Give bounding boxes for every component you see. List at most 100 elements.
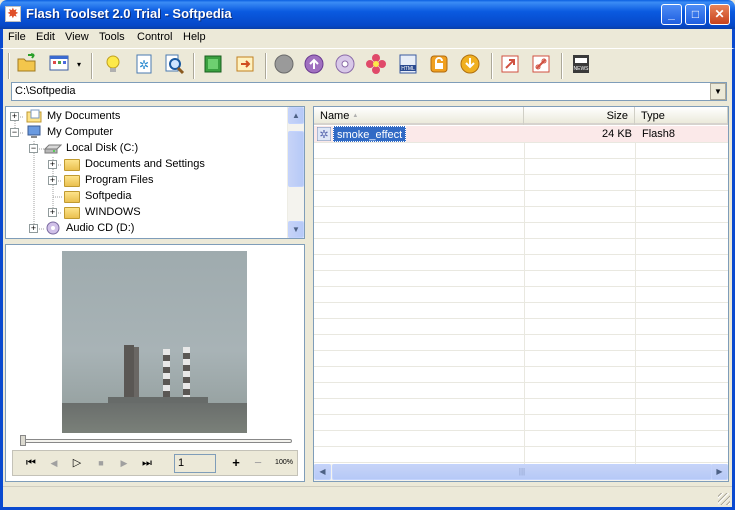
- play-button[interactable]: ▷: [69, 456, 85, 470]
- upload-icon[interactable]: [302, 53, 326, 77]
- table-row[interactable]: ✲ smoke_effect 24 KB Flash8: [314, 126, 728, 142]
- menu-edit[interactable]: Edit: [36, 31, 55, 43]
- lock-icon[interactable]: [427, 53, 451, 77]
- download-icon[interactable]: [458, 53, 482, 77]
- scroll-thumb[interactable]: [288, 131, 304, 187]
- folder-tree[interactable]: + My Documents − My Computer − Local Dis…: [5, 106, 305, 239]
- tree-item-softpedia[interactable]: Softpedia: [48, 189, 288, 205]
- export-icon[interactable]: [233, 53, 257, 77]
- menu-view[interactable]: View: [65, 31, 89, 43]
- list-horizontal-scrollbar[interactable]: ◀ ||| ▶: [314, 464, 728, 481]
- tree-item-my-computer[interactable]: − My Computer: [10, 125, 290, 141]
- first-frame-button[interactable]: ⏮: [23, 456, 39, 470]
- tree-item-windows[interactable]: + WINDOWS: [48, 205, 288, 221]
- snowflake-doc-icon[interactable]: ✲: [132, 53, 156, 77]
- file-name[interactable]: smoke_effect: [333, 126, 407, 142]
- tree-item-label: Program Files: [85, 174, 154, 186]
- menu-tools[interactable]: Tools: [99, 31, 125, 43]
- column-header-size[interactable]: Size: [524, 107, 635, 125]
- news-icon[interactable]: NEWS: [569, 53, 593, 77]
- toolbar-separator: [8, 53, 10, 79]
- view-dropdown-chevron-icon[interactable]: ▾: [73, 53, 85, 77]
- lightbulb-icon[interactable]: [101, 53, 125, 77]
- scroll-down-button[interactable]: ▼: [288, 221, 304, 238]
- arrow-out-icon[interactable]: [498, 53, 522, 77]
- window-title: Flash Toolset 2.0 Trial - Softpedia: [26, 6, 232, 21]
- preview-image: [62, 251, 247, 433]
- address-dropdown-button[interactable]: ▼: [710, 83, 726, 100]
- tree-item-program-files[interactable]: + Program Files: [48, 173, 288, 189]
- scroll-right-button[interactable]: ▶: [711, 464, 728, 480]
- scroll-thumb[interactable]: |||: [332, 464, 712, 480]
- menu-control[interactable]: Control: [137, 31, 172, 43]
- maximize-button[interactable]: □: [685, 4, 706, 25]
- preview-pane: ⏮ ◀ ▷ ■ ▶ ⏭ 1 + − 100%: [5, 244, 305, 482]
- prev-frame-button[interactable]: ◀: [46, 456, 62, 470]
- tree-expander[interactable]: +: [10, 112, 19, 121]
- toolbar-separator: [561, 53, 563, 79]
- last-frame-button[interactable]: ⏭: [139, 456, 155, 470]
- status-bar: [3, 486, 732, 507]
- zoom-level-label[interactable]: 100%: [271, 456, 297, 470]
- tree-item-documents-and-settings[interactable]: + Documents and Settings: [48, 157, 288, 173]
- magnifier-icon[interactable]: [162, 53, 186, 77]
- app-icon[interactable]: [5, 5, 21, 22]
- list-grid: [314, 126, 728, 466]
- column-header-label: Name: [320, 110, 350, 122]
- stop-button[interactable]: ■: [93, 456, 109, 470]
- cd-icon[interactable]: [333, 53, 357, 77]
- pane-splitter[interactable]: [307, 106, 311, 482]
- tree-collapser[interactable]: −: [10, 128, 19, 137]
- title-bar[interactable]: Flash Toolset 2.0 Trial - Softpedia _ □ …: [0, 0, 735, 29]
- tree-item-label: Documents and Settings: [85, 158, 205, 170]
- tree-expander[interactable]: +: [48, 208, 57, 217]
- toolbar-separator: [491, 53, 493, 79]
- menu-help[interactable]: Help: [183, 31, 206, 43]
- scroll-left-button[interactable]: ◀: [314, 464, 331, 480]
- tree-expander[interactable]: +: [48, 160, 57, 169]
- tree-collapser[interactable]: −: [29, 144, 38, 153]
- folder-icon: [64, 191, 80, 203]
- column-divider: [524, 126, 525, 466]
- scroll-up-button[interactable]: ▲: [288, 107, 304, 124]
- close-button[interactable]: ✕: [709, 4, 730, 25]
- svg-text:HTML: HTML: [401, 66, 415, 72]
- file-list[interactable]: Name ▲ Size Type ✲ smoke_effect 24 KB Fl…: [313, 106, 729, 482]
- minimize-button[interactable]: _: [661, 4, 682, 25]
- svg-text:NEWS: NEWS: [574, 66, 590, 72]
- link-icon[interactable]: [529, 53, 553, 77]
- next-frame-button[interactable]: ▶: [116, 456, 132, 470]
- tree-expander[interactable]: +: [29, 224, 38, 233]
- view-mode-icon[interactable]: [47, 53, 71, 77]
- html-icon[interactable]: HTML: [396, 53, 420, 77]
- seek-thumb[interactable]: [20, 435, 26, 446]
- toolbar-separator: [91, 53, 93, 79]
- svg-text:✲: ✲: [319, 129, 328, 141]
- open-folder-icon[interactable]: [15, 53, 39, 77]
- tree-expander[interactable]: +: [48, 176, 57, 185]
- address-input[interactable]: C:\Softpedia: [11, 82, 727, 101]
- green-square-icon[interactable]: [201, 53, 225, 77]
- resize-grip[interactable]: [718, 493, 730, 505]
- menu-bar: File Edit View Tools Control Help: [0, 29, 735, 48]
- address-bar: C:\Softpedia ▼: [0, 81, 735, 103]
- zoom-in-button[interactable]: +: [228, 456, 244, 470]
- seek-bar[interactable]: [20, 439, 292, 443]
- tree-item-audio-cd[interactable]: + Audio CD (D:): [29, 221, 289, 237]
- folder-icon: [64, 207, 80, 219]
- column-header-name[interactable]: Name ▲: [314, 107, 524, 125]
- tree-item-my-documents[interactable]: + My Documents: [10, 109, 290, 125]
- tree-item-label: WINDOWS: [85, 206, 141, 218]
- zoom-out-button[interactable]: −: [250, 456, 266, 470]
- tree-item-label: Softpedia: [85, 190, 132, 202]
- tree-item-local-disk[interactable]: − Local Disk (C:): [29, 141, 289, 157]
- tree-vertical-scrollbar[interactable]: ▲ ▼: [287, 107, 304, 238]
- column-header-type[interactable]: Type: [635, 107, 728, 125]
- flower-icon[interactable]: [364, 53, 388, 77]
- menu-file[interactable]: File: [8, 31, 26, 43]
- frame-number-input[interactable]: 1: [174, 454, 216, 473]
- sort-asc-icon: ▲: [352, 113, 359, 119]
- tree-item-label: My Documents: [47, 110, 121, 122]
- my-documents-icon: [26, 109, 42, 123]
- gray-circle-icon[interactable]: [272, 53, 296, 77]
